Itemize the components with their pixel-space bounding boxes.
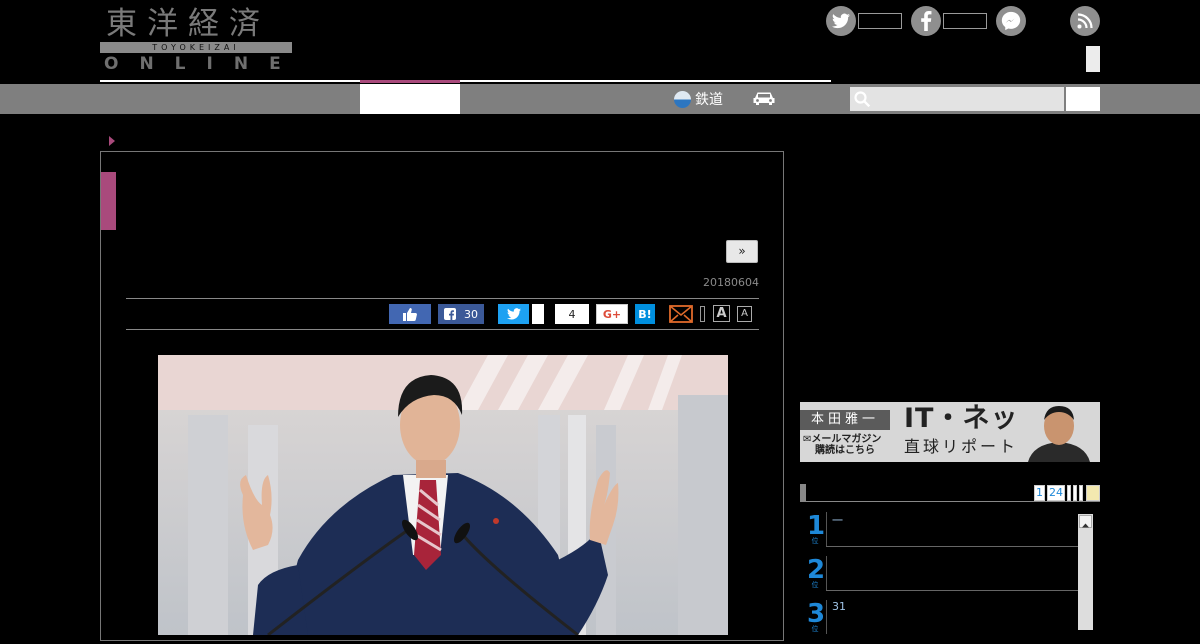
pocket-share-count[interactable]: 4	[555, 304, 589, 324]
facebook-icon[interactable]	[911, 6, 941, 36]
divider	[826, 546, 1078, 547]
rank-title: 一	[832, 514, 843, 527]
banner-mail-line-1: メールマガジン	[811, 434, 882, 445]
ranking-tab-1h[interactable]: 1	[1034, 485, 1045, 501]
facebook-like-button[interactable]	[389, 304, 431, 324]
nav-item-rail-label: 鉄道	[695, 92, 723, 108]
twitter-follow-count	[858, 13, 902, 29]
search-input[interactable]	[850, 87, 1064, 111]
nav-tab-active[interactable]	[360, 84, 460, 114]
divider	[826, 590, 1078, 591]
rss-icon[interactable]	[1070, 6, 1100, 36]
divider	[826, 600, 827, 634]
ranking-item[interactable]: 2 位	[806, 556, 1076, 600]
ranking-list: 1 位 一 2 位 3 位 31	[806, 512, 1094, 642]
next-page-button[interactable]: »	[726, 240, 758, 263]
rank-suffix: 位	[811, 537, 819, 545]
facebook-like-count	[943, 13, 987, 29]
mail-share-icon[interactable]	[669, 305, 693, 323]
ranking-tab-comments[interactable]	[1086, 485, 1100, 501]
banner-mail-text: ✉メールマガジン 購読はこちら	[803, 434, 881, 456]
thumbs-up-icon	[403, 307, 417, 321]
banner-mail-line-2: 購読はこちら	[815, 445, 875, 456]
ranking-tab-shared[interactable]	[1079, 485, 1083, 501]
font-size-large-button[interactable]: A	[713, 305, 730, 322]
scroll-up-button[interactable]	[1079, 515, 1092, 528]
login-button[interactable]	[1086, 46, 1100, 72]
rank-suffix: 位	[811, 581, 819, 589]
twitter-icon[interactable]	[826, 6, 856, 36]
banner-subtitle: 直球リポート	[904, 437, 1019, 456]
twitter-icon	[506, 308, 521, 320]
article-main-photo	[158, 355, 728, 635]
rank-suffix: 位	[811, 625, 819, 633]
ranking-item[interactable]: 3 位 31	[806, 600, 1076, 644]
ranking-item[interactable]: 1 位 一	[806, 512, 1076, 556]
divider	[826, 556, 827, 590]
car-icon[interactable]	[752, 90, 776, 106]
twitter-share-count	[532, 304, 544, 324]
hatena-bookmark-button[interactable]: B!	[635, 304, 655, 324]
facebook-icon	[444, 308, 456, 320]
site-logo[interactable]: 東洋経済 TOYOKEIZAI ONLINE	[100, 6, 293, 74]
font-size-small-button[interactable]: A	[737, 306, 752, 322]
rank-title: 31	[832, 600, 846, 613]
ranking-header-border	[800, 501, 1100, 502]
article-date: 20180604	[703, 276, 759, 289]
nav-top-border	[100, 80, 831, 82]
google-plus-share-button[interactable]: G+	[596, 304, 628, 324]
ranking-header-accent	[800, 484, 806, 502]
nav-item-rail[interactable]: 鉄道	[674, 86, 723, 112]
facebook-share-button[interactable]: 30	[438, 304, 484, 324]
logo-kanji: 東洋経済	[106, 6, 270, 42]
search-icon	[853, 90, 871, 108]
facebook-share-count: 30	[464, 307, 478, 321]
nav-active-accent	[360, 80, 460, 83]
newsletter-banner[interactable]: 本田雅一 ✉メールマガジン 購読はこちら IT・ネット 直球リポート	[800, 402, 1100, 462]
twitter-share-button[interactable]	[498, 304, 529, 324]
ranking-scrollbar[interactable]	[1078, 514, 1093, 630]
search-button[interactable]	[1066, 87, 1100, 111]
banner-author-photo	[1018, 402, 1100, 462]
divider	[826, 512, 827, 546]
ranking-tab-week[interactable]	[1067, 485, 1071, 501]
divider	[126, 329, 759, 330]
ranking-tab-month[interactable]	[1073, 485, 1077, 501]
logo-romaji: TOYOKEIZAI	[152, 43, 240, 52]
article-category-accent	[101, 172, 116, 230]
print-button[interactable]	[700, 306, 705, 322]
train-icon	[674, 90, 691, 108]
divider	[126, 298, 759, 299]
messenger-icon[interactable]	[996, 6, 1026, 36]
breadcrumb-arrow-icon	[109, 136, 115, 146]
banner-author: 本田雅一	[800, 410, 890, 430]
logo-online: ONLINE	[104, 54, 302, 74]
ranking-tab-24h[interactable]: 24	[1047, 485, 1065, 501]
